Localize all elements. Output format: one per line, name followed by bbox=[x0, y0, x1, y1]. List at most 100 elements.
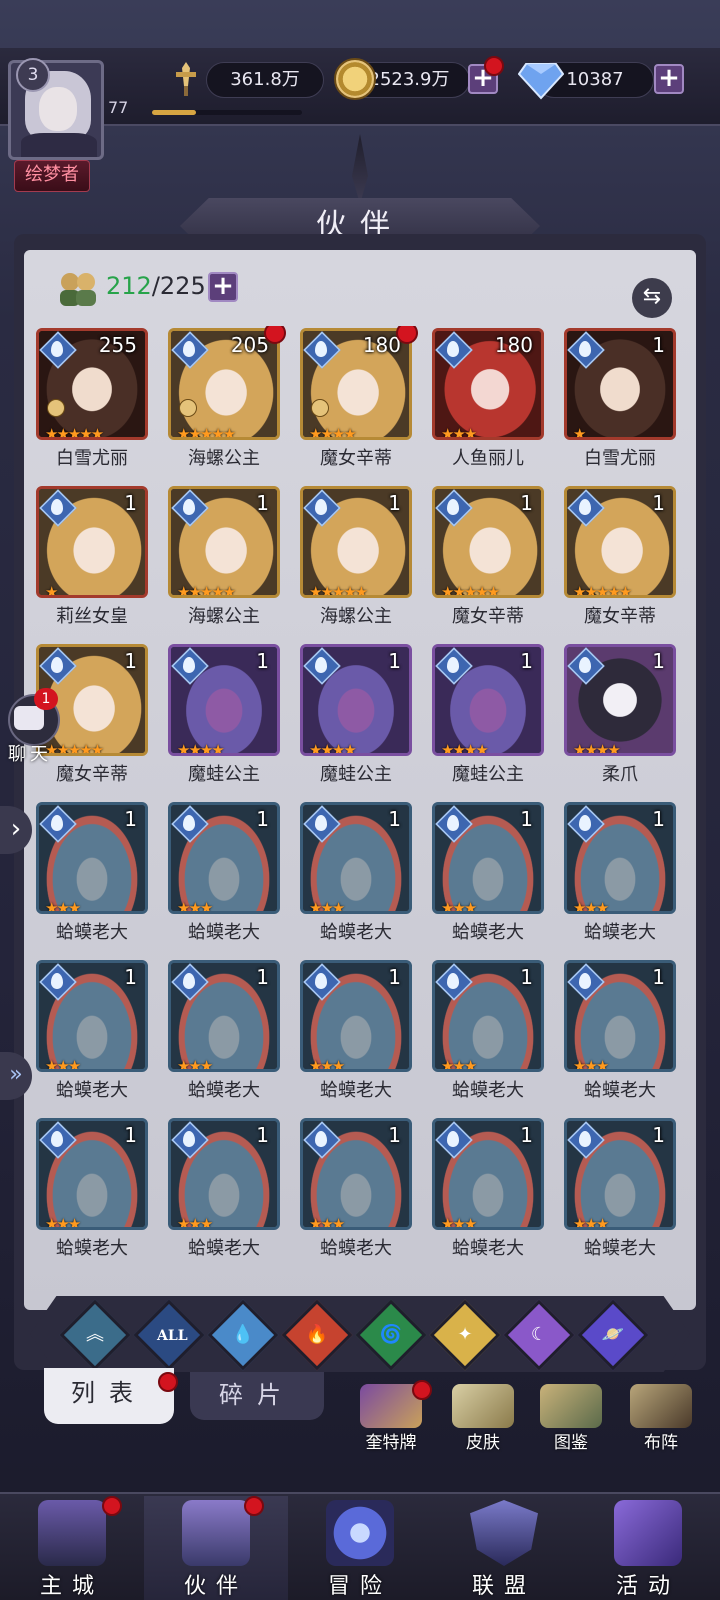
partners-count: 212/225 bbox=[106, 272, 206, 300]
water-drop-icon bbox=[315, 973, 327, 989]
partner-card[interactable]: 1 ★★★ 蛤蟆老大 bbox=[428, 1116, 548, 1266]
partner-card[interactable]: 1 ★★★ 蛤蟆老大 bbox=[32, 800, 152, 950]
subnav-formation-label[interactable]: 布阵 bbox=[616, 1428, 706, 1453]
subnav-cards-label[interactable]: 奎特牌 bbox=[346, 1428, 436, 1453]
water-drop-icon bbox=[51, 341, 63, 357]
partner-card[interactable]: 1 ★★★ 蛤蟆老大 bbox=[560, 1116, 680, 1266]
partner-portrait: 1 ★★★ bbox=[168, 960, 280, 1072]
nav-city-notification-dot bbox=[102, 1496, 122, 1516]
gems-add-button[interactable]: + bbox=[654, 64, 684, 94]
water-drop-icon bbox=[183, 341, 195, 357]
partner-level: 1 bbox=[256, 1123, 269, 1147]
partner-level: 1 bbox=[256, 807, 269, 831]
water-drop-icon bbox=[315, 657, 327, 673]
partner-name: 蛤蟆老大 bbox=[320, 922, 392, 943]
partner-card[interactable]: 1 ★★★ 蛤蟆老大 bbox=[296, 1116, 416, 1266]
partner-stars: ★★★ bbox=[309, 1057, 345, 1072]
water-drop-icon bbox=[183, 1131, 195, 1147]
partner-card[interactable]: 1 ★★★★ 柔爪 bbox=[560, 642, 680, 792]
partner-card[interactable]: 1 ★★★ 蛤蟆老大 bbox=[296, 958, 416, 1108]
partner-stars: ★★★ bbox=[177, 899, 213, 914]
nav-city-label: 主城 bbox=[39, 1574, 104, 1599]
partner-card[interactable]: 1 ★★★★★ 魔女辛蒂 bbox=[560, 484, 680, 634]
partner-card[interactable]: 1 ★★★ 蛤蟆老大 bbox=[32, 1116, 152, 1266]
partner-card[interactable]: 1 ★★★★ 魔蛙公主 bbox=[296, 642, 416, 792]
nav-partners[interactable]: 伙伴 bbox=[144, 1496, 288, 1600]
partner-name: 白雪尤丽 bbox=[584, 448, 656, 469]
partner-portrait: 1 ★★★ bbox=[432, 1118, 544, 1230]
partner-card[interactable]: 1 ★★★ 蛤蟆老大 bbox=[164, 1116, 284, 1266]
tab-fragments[interactable]: 碎片 bbox=[190, 1372, 324, 1420]
partner-level: 1 bbox=[256, 649, 269, 673]
partner-card[interactable]: 1 ★ 白雪尤丽 bbox=[560, 326, 680, 476]
water-drop-icon bbox=[51, 499, 63, 515]
partner-card[interactable]: 1 ★★★★★ 海螺公主 bbox=[164, 484, 284, 634]
nav-alliance[interactable]: 联盟 bbox=[432, 1496, 576, 1600]
partner-card[interactable]: 205 ★★★★★ 海螺公主 bbox=[164, 326, 286, 476]
partner-level: 1 bbox=[652, 333, 665, 357]
partner-name: 蛤蟆老大 bbox=[188, 1080, 260, 1101]
expand-capacity-button[interactable]: + bbox=[208, 272, 238, 302]
tab-list[interactable]: 列表 bbox=[44, 1368, 174, 1424]
partner-stars: ★★★★★ bbox=[45, 425, 104, 440]
water-drop-icon bbox=[315, 499, 327, 515]
partner-card[interactable]: 180 ★★★★ 魔女辛蒂 bbox=[296, 326, 418, 476]
partner-stars: ★★★ bbox=[45, 1057, 81, 1072]
partner-level: 255 bbox=[98, 333, 137, 357]
equipment-badge-icon bbox=[179, 399, 197, 417]
water-drop-icon: 💧 bbox=[231, 1324, 255, 1345]
subnav-codex-label[interactable]: 图鉴 bbox=[526, 1428, 616, 1453]
partner-stars: ★ bbox=[45, 583, 59, 598]
partner-level: 180 bbox=[362, 333, 401, 357]
partner-name: 海螺公主 bbox=[320, 606, 392, 627]
nav-adventure[interactable]: 冒险 bbox=[288, 1496, 432, 1600]
partner-level: 1 bbox=[520, 1123, 533, 1147]
formation-chess-icon[interactable] bbox=[630, 1384, 692, 1428]
water-drop-icon bbox=[51, 815, 63, 831]
partner-card[interactable]: 1 ★ 莉丝女皇 bbox=[32, 484, 152, 634]
codex-cards-icon[interactable] bbox=[540, 1384, 602, 1428]
partner-card[interactable]: 1 ★★★ 蛤蟆老大 bbox=[296, 800, 416, 950]
subnav-skins-label[interactable]: 皮肤 bbox=[438, 1428, 528, 1453]
partner-level: 1 bbox=[124, 491, 137, 515]
skins-coat-icon[interactable] bbox=[452, 1384, 514, 1428]
partner-portrait: 1 ★★★ bbox=[36, 960, 148, 1072]
sort-swap-button[interactable]: ⇆ bbox=[632, 278, 672, 318]
partner-card[interactable]: 180 ★★★ 人鱼丽儿 bbox=[428, 326, 548, 476]
water-drop-icon bbox=[447, 499, 459, 515]
partner-card[interactable]: 1 ★★★★ 魔蛙公主 bbox=[164, 642, 284, 792]
partner-stars: ★★★ bbox=[309, 1215, 345, 1230]
partner-card[interactable]: 1 ★★★ 蛤蟆老大 bbox=[428, 800, 548, 950]
partner-stars: ★★★★★ bbox=[177, 583, 236, 598]
partner-card[interactable]: 1 ★★★ 蛤蟆老大 bbox=[428, 958, 548, 1108]
partner-card[interactable]: 1 ★★★ 蛤蟆老大 bbox=[32, 958, 152, 1108]
chat-label[interactable]: 聊天 bbox=[8, 740, 52, 766]
nav-events-label: 活动 bbox=[615, 1574, 680, 1599]
equipment-badge-icon bbox=[47, 399, 65, 417]
partner-portrait: 1 ★★★ bbox=[300, 960, 412, 1072]
partner-card[interactable]: 1 ★★★★ 魔蛙公主 bbox=[428, 642, 548, 792]
water-drop-icon bbox=[51, 657, 63, 673]
partner-card[interactable]: 255 ★★★★★ 白雪尤丽 bbox=[32, 326, 152, 476]
avatar-face bbox=[39, 87, 77, 131]
partner-card[interactable]: 1 ★★★ 蛤蟆老大 bbox=[164, 800, 284, 950]
player-title-badge[interactable]: 绘梦者 bbox=[14, 160, 90, 192]
partner-name: 白雪尤丽 bbox=[56, 448, 128, 469]
all-icon: ALL bbox=[157, 1323, 188, 1347]
partners-count-current: 212 bbox=[106, 272, 152, 300]
nav-adventure-label: 冒险 bbox=[327, 1574, 392, 1599]
nav-city[interactable]: 主城 bbox=[0, 1496, 144, 1600]
witch-hat-icon bbox=[182, 1500, 250, 1566]
partner-card[interactable]: 1 ★★★★★ 海螺公主 bbox=[296, 484, 416, 634]
partner-card[interactable]: 1 ★★★ 蛤蟆老大 bbox=[560, 958, 680, 1108]
partner-level: 1 bbox=[124, 965, 137, 989]
partner-portrait: 255 ★★★★★ bbox=[36, 328, 148, 440]
partner-card[interactable]: 1 ★★★ 蛤蟆老大 bbox=[560, 800, 680, 950]
partner-card[interactable]: 1 ★★★★★ 魔女辛蒂 bbox=[428, 484, 548, 634]
partner-stars: ★★★ bbox=[573, 1215, 609, 1230]
partner-card[interactable]: 1 ★★★ 蛤蟆老大 bbox=[164, 958, 284, 1108]
partner-stars: ★★★★★ bbox=[45, 741, 104, 756]
partner-name: 人鱼丽儿 bbox=[452, 448, 524, 469]
nav-events[interactable]: 活动 bbox=[576, 1496, 720, 1600]
partner-stars: ★★★ bbox=[441, 425, 477, 440]
